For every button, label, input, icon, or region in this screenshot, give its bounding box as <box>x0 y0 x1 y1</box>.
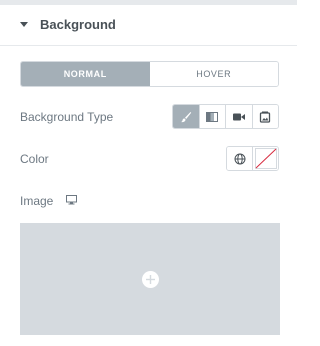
brush-icon <box>180 111 191 122</box>
state-tabs: NORMAL HOVER <box>20 61 279 87</box>
background-type-video-button[interactable] <box>225 105 252 128</box>
image-placeholder[interactable] <box>20 223 280 335</box>
image-label: Image <box>20 194 54 208</box>
video-icon <box>232 113 245 120</box>
color-picker-swatch[interactable] <box>252 147 278 170</box>
tab-normal[interactable]: NORMAL <box>21 62 150 86</box>
color-controls <box>226 146 279 171</box>
background-type-choices <box>172 104 279 129</box>
background-type-label: Background Type <box>20 110 114 124</box>
section-divider <box>0 45 297 46</box>
background-type-slideshow-button[interactable] <box>251 105 278 128</box>
globe-icon <box>234 153 245 164</box>
slideshow-icon <box>260 111 271 123</box>
plus-circle-icon <box>145 274 155 284</box>
global-colors-button[interactable] <box>227 147 252 170</box>
gradient-icon <box>206 111 219 122</box>
tab-hover[interactable]: HOVER <box>149 62 278 86</box>
background-section-header[interactable]: Background <box>0 5 297 45</box>
background-type-classic-button[interactable] <box>173 105 199 128</box>
desktop-icon[interactable] <box>66 195 77 205</box>
add-image-button[interactable] <box>141 270 159 288</box>
caret-down-icon <box>20 22 28 27</box>
no-color-swatch-icon <box>254 148 277 169</box>
background-type-gradient-button[interactable] <box>198 105 225 128</box>
section-title: Background <box>40 17 116 32</box>
color-label: Color <box>20 152 49 166</box>
